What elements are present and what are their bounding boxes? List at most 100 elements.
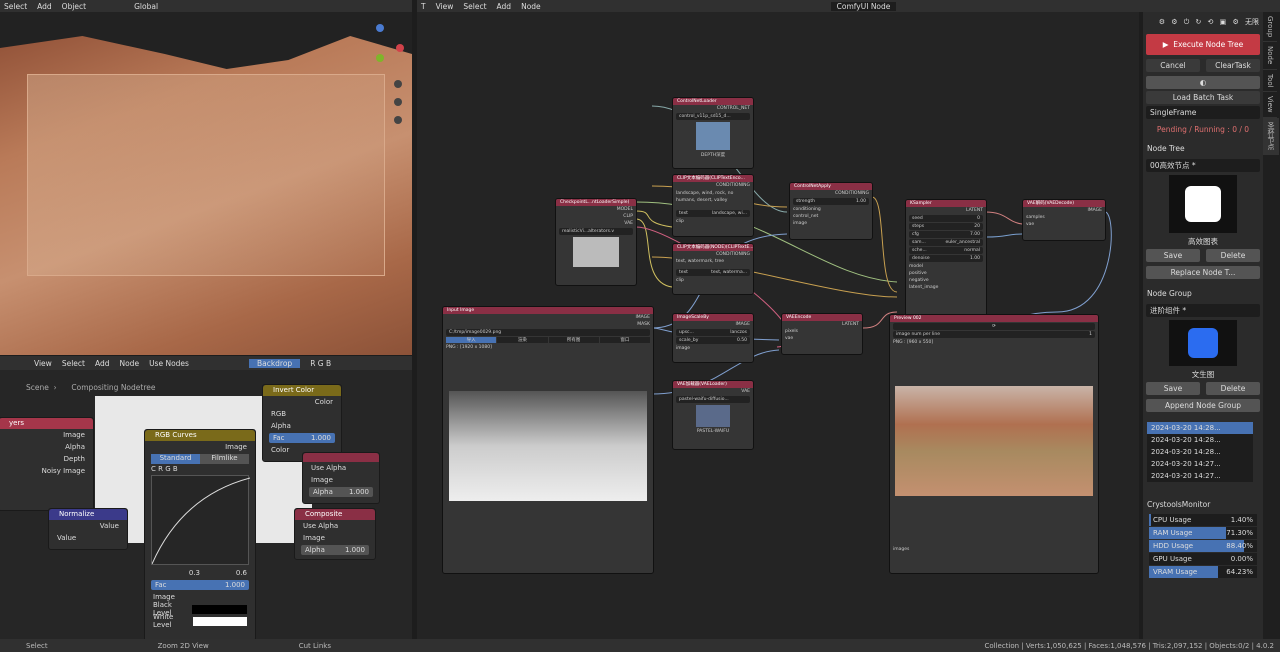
zoom-icon[interactable]: [394, 80, 402, 88]
toolbar-icons[interactable]: ⚙ ⚙ ⏻ ↻ ⟲ ▣ ⚙: [1159, 18, 1245, 27]
filmlike-tab[interactable]: Filmlike: [200, 454, 249, 464]
monitor-row: HDD Usage 88.40%: [1149, 540, 1257, 552]
viewer-node[interactable]: Use Alpha Image Alpha 1.000: [302, 452, 380, 504]
x-axis-icon[interactable]: [396, 44, 404, 52]
tab-group[interactable]: Group: [1263, 12, 1277, 43]
viewer-use-alpha[interactable]: Use Alpha: [303, 462, 379, 474]
z-axis-icon[interactable]: [376, 24, 384, 32]
list-item[interactable]: 2024-03-20 14:27...: [1147, 470, 1253, 482]
ne-menu-select[interactable]: Select: [463, 2, 486, 11]
delete-group-button[interactable]: Delete: [1206, 382, 1260, 395]
standard-tab[interactable]: Standard: [151, 454, 200, 464]
monitor-list: CPU Usage 1.40% RAM Usage 71.30% HDD Usage 88…: [1143, 514, 1263, 578]
list-item[interactable]: 2024-03-20 14:28...: [1147, 446, 1253, 458]
backdrop-button[interactable]: Backdrop: [248, 358, 301, 368]
curve-graph[interactable]: [151, 475, 250, 565]
tab-view[interactable]: View: [1263, 92, 1277, 118]
tab-grail[interactable]: 圣杯节点: [1263, 117, 1279, 155]
ne-menu-node[interactable]: Node: [521, 2, 541, 11]
append-node-group-button[interactable]: Append Node Group: [1146, 399, 1260, 412]
ksampler-node[interactable]: KSampler LATENT seed 0 steps 20 cfg 7.00 sa…: [905, 199, 987, 317]
composite-alpha-field[interactable]: Alpha 1.000: [301, 545, 369, 555]
menu-add[interactable]: Add: [37, 2, 52, 11]
viewer-alpha-field[interactable]: Alpha 1.000: [309, 487, 373, 497]
controlnet-loader-node[interactable]: ControlNetLoader CONTROL_NET control_v11…: [672, 97, 754, 169]
status-cut: Cut Links: [298, 641, 331, 650]
rgb-channels[interactable]: R G B: [310, 359, 331, 368]
vae-loader-node[interactable]: VAE加载器(VAELoader) VAE pastel-waifu-diffu…: [672, 380, 754, 450]
comp-menu-add[interactable]: Add: [95, 359, 110, 368]
node-tree-thumbnail[interactable]: [1169, 175, 1237, 233]
3d-viewport[interactable]: [0, 12, 412, 355]
compositor-header: View Select Add Node Use Nodes Backdrop …: [0, 356, 412, 370]
node-tree-selector[interactable]: ComfyUI Node: [830, 1, 897, 11]
image-scale-node[interactable]: ImageScaleBy IMAGE upsc... lanczos scale_…: [672, 313, 754, 363]
save-group-button[interactable]: Save: [1146, 382, 1200, 395]
node-group-dropdown[interactable]: 进阶组件 *: [1146, 304, 1260, 317]
comp-menu-node[interactable]: Node: [119, 359, 139, 368]
menu-select[interactable]: Select: [4, 2, 27, 11]
compositor-editor[interactable]: View Select Add Node Use Nodes Backdrop …: [0, 356, 412, 639]
y-axis-icon[interactable]: [376, 54, 384, 62]
vae-encode-node[interactable]: VAEEncode LATENT pixels vae: [781, 313, 863, 355]
tree-caption: 高效图表: [1188, 237, 1218, 246]
checkpoint-loader-node[interactable]: CheckpointL...ntLoaderSimple) MODEL CLIP…: [555, 198, 637, 286]
clip-positive-node[interactable]: CLIP文本编码器(CLIPTextEnco... CONDITIONING l…: [672, 174, 754, 237]
comfy-node-editor[interactable]: ControlNetLoader CONTROL_NET control_v11…: [417, 12, 1139, 639]
preview-node[interactable]: Preview 002 ⟳ image num per line 1 PNG : …: [889, 314, 1099, 574]
normalize-node[interactable]: Normalize Value Value: [48, 508, 128, 550]
rgb-checkbox[interactable]: RGB: [263, 408, 341, 420]
comp-menu-view[interactable]: View: [34, 359, 52, 368]
import-button[interactable]: 导入: [446, 337, 497, 343]
tab-tool[interactable]: Tool: [1263, 70, 1277, 93]
hand-icon[interactable]: [394, 98, 402, 106]
replace-node-tree-button[interactable]: Replace Node T...: [1146, 266, 1260, 279]
channel-tabs[interactable]: C R G B: [151, 465, 249, 473]
editor-type-icon[interactable]: T: [421, 2, 426, 11]
composite-use-alpha[interactable]: Use Alpha: [295, 520, 375, 532]
node-tree-heading: Node Tree: [1147, 144, 1185, 153]
all-images-button[interactable]: 所有图: [548, 337, 599, 343]
menu-object[interactable]: Object: [62, 2, 86, 11]
composite-node[interactable]: Composite Use Alpha Image Alpha 1.000: [294, 508, 376, 560]
render-button[interactable]: 渲染: [497, 337, 548, 343]
input-image-node[interactable]: Input Image IMAGE MASK C:/tmp/image0029.…: [442, 306, 654, 574]
list-item[interactable]: 2024-03-20 14:27...: [1147, 458, 1253, 470]
toggle-icon[interactable]: ◐: [1146, 76, 1260, 89]
history-list[interactable]: 2024-03-20 14:28... 2024-03-20 14:28... …: [1147, 422, 1253, 482]
tab-node[interactable]: Node: [1263, 42, 1277, 70]
status-select: Select: [26, 641, 48, 650]
use-nodes-checkbox[interactable]: Use Nodes: [149, 359, 189, 368]
load-batch-task-button[interactable]: Load Batch Task: [1146, 91, 1260, 104]
cancel-button[interactable]: Cancel: [1146, 59, 1200, 72]
window-button[interactable]: 窗口: [599, 337, 650, 343]
node-tree-dropdown[interactable]: 00高效节点 *: [1146, 159, 1260, 172]
delete-tree-button[interactable]: Delete: [1206, 249, 1260, 262]
controlnet-apply-node[interactable]: ControlNetApply CONDITIONING strength 1.0…: [789, 182, 873, 240]
invert-color-node[interactable]: Invert Color Color RGB Alpha Fac 1.000 Co…: [262, 384, 342, 462]
render-layers-node[interactable]: yers Image Alpha Depth Noisy Image: [0, 417, 94, 511]
monitor-label: VRAM Usage: [1153, 568, 1198, 576]
vae-decode-node[interactable]: VAE解码(VAEDecode) IMAGE samples vae: [1022, 199, 1106, 241]
comp-menu-select[interactable]: Select: [62, 359, 85, 368]
clear-task-button[interactable]: ClearTask: [1206, 59, 1260, 72]
node-group-thumbnail[interactable]: [1169, 320, 1237, 366]
ne-menu-view[interactable]: View: [436, 2, 454, 11]
alpha-checkbox[interactable]: Alpha: [263, 420, 341, 432]
list-item[interactable]: 2024-03-20 14:28...: [1147, 434, 1253, 446]
list-item[interactable]: 2024-03-20 14:28...: [1147, 422, 1253, 434]
monitor-label: HDD Usage: [1153, 542, 1194, 550]
orientation-dropdown[interactable]: Global: [134, 2, 158, 11]
monitor-row: VRAM Usage 64.23%: [1149, 566, 1257, 578]
fac-field[interactable]: Fac 1.000: [151, 580, 249, 590]
ne-menu-add[interactable]: Add: [497, 2, 512, 11]
save-tree-button[interactable]: Save: [1146, 249, 1200, 262]
execute-node-tree-button[interactable]: ▶ Execute Node Tree: [1146, 34, 1260, 55]
rgb-curves-node[interactable]: RGB Curves Image Standard Filmlike C R G…: [144, 429, 256, 639]
clip-negative-node[interactable]: CLIP文本编码器(NODE)(CLIPTextE... CONDITIONIN…: [672, 243, 754, 295]
invert-fac-field[interactable]: Fac 1.000: [269, 433, 335, 443]
camera-icon[interactable]: [394, 116, 402, 124]
status-bar: Select Zoom 2D View Cut Links Collection…: [0, 639, 1280, 652]
image-path-field[interactable]: C:/tmp/image0029.png: [446, 329, 650, 336]
mode-dropdown[interactable]: SingleFrame: [1146, 106, 1260, 119]
